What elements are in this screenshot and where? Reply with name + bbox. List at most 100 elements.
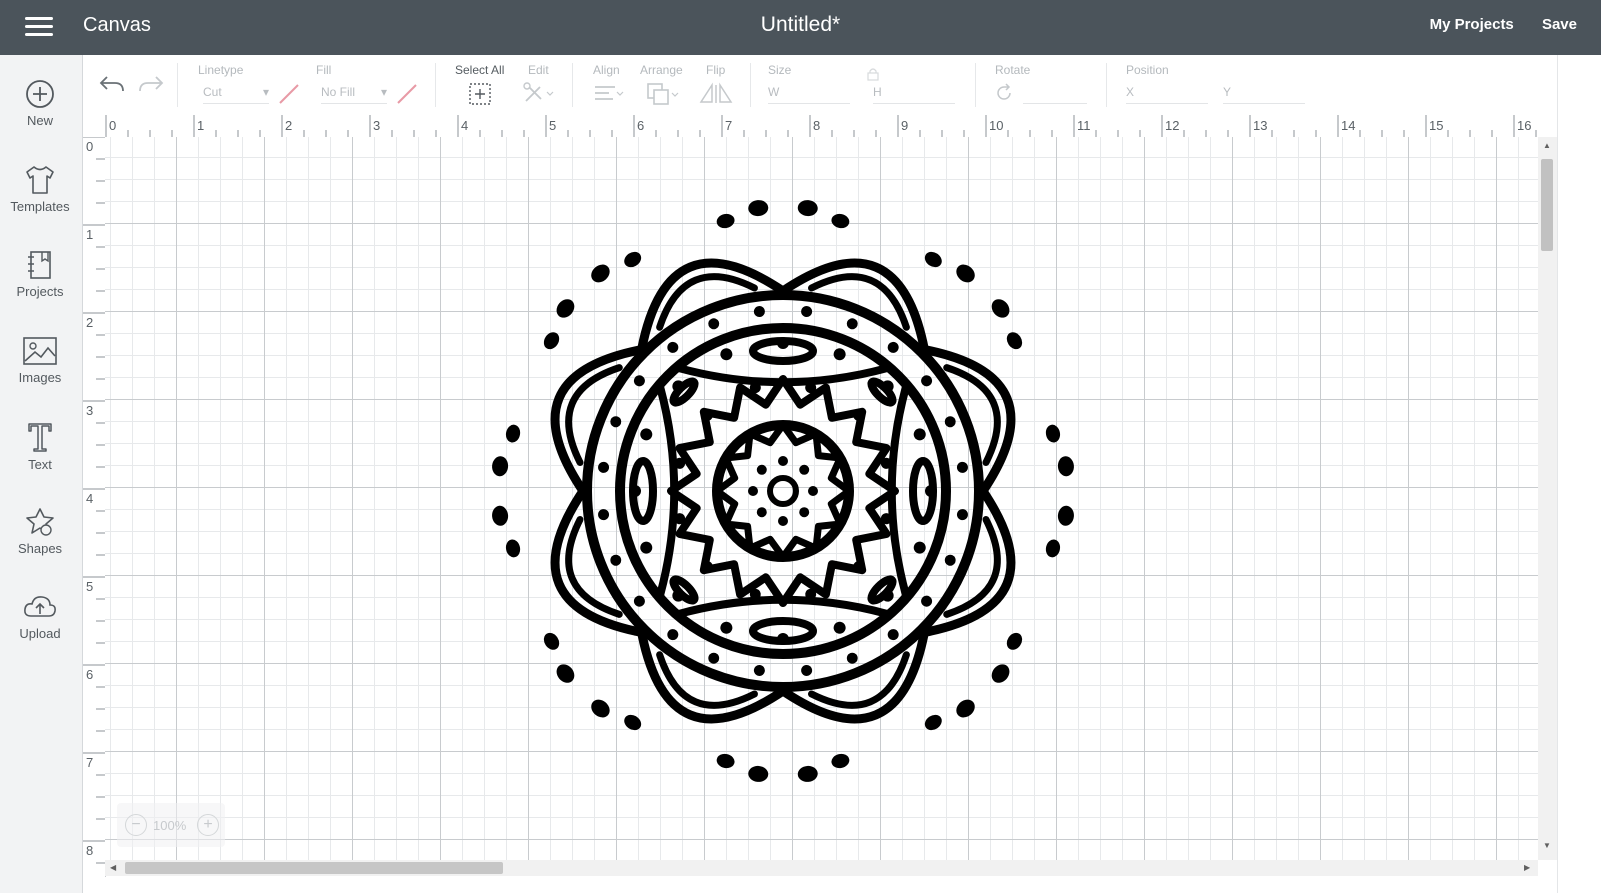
select-all-icon[interactable] [468,82,492,106]
arrange-icon[interactable] [646,82,680,106]
left-ruler-number: 5 [86,579,94,594]
sidebar-item-text[interactable]: Text [0,412,80,492]
undo-icon[interactable] [98,72,126,96]
rotate-icon [997,83,1011,100]
left-ruler-number: 4 [86,491,94,506]
scroll-up-icon[interactable]: ▲ [1543,141,1551,150]
edit-scissors-icon[interactable] [523,81,555,105]
linetype-select[interactable]: Cut ▾ [203,81,269,104]
top-ruler: 0 1 2 3 4 5 6 7 8 9 10 11 12 13 14 15 16 [83,115,1557,138]
edit-label: Edit [528,63,549,77]
linetype-color-swatch-icon[interactable] [278,83,300,105]
top-ruler-number: 0 [109,118,117,133]
chevron-down-icon: ▾ [380,85,387,99]
rotate-label: Rotate [995,63,1031,77]
lock-ratio-icon[interactable] [866,67,880,81]
left-ruler-number: 7 [86,755,94,770]
top-ruler-number: 6 [637,118,645,133]
top-ruler-number: 15 [1429,118,1444,133]
align-label: Align [593,63,620,77]
top-ruler-number: 4 [461,118,469,133]
left-ruler-number: 3 [86,403,94,418]
top-bar: Canvas Untitled* My Projects Save [0,0,1601,55]
height-input[interactable]: H [873,81,955,104]
x-prefix: X [1126,85,1135,99]
scroll-right-icon[interactable]: ▶ [1524,863,1530,872]
top-ruler-number: 10 [989,118,1004,133]
shapes-icon [26,508,54,536]
left-ruler-number: 6 [86,667,94,682]
edit-toolbar: Linetype Cut ▾ Fill No Fill ▾ Select All E… [83,55,1601,116]
left-ruler-number: 2 [86,315,94,330]
redo-icon[interactable] [137,72,165,96]
rotate-input[interactable] [1023,81,1087,104]
horizontal-scrollbar[interactable]: ◀ ▶ [105,860,1538,876]
top-ruler-number: 11 [1077,118,1091,133]
scroll-left-icon[interactable]: ◀ [110,863,116,872]
fill-color-swatch-icon[interactable] [396,83,418,105]
sidebar-item-label: Text [28,457,52,472]
top-ruler-number: 8 [813,118,821,133]
sidebar-item-label: Projects [16,284,64,299]
x-position-input[interactable]: X [1126,81,1208,104]
vertical-scrollbar[interactable]: ▲ ▼ [1538,137,1557,860]
sidebar-item-images[interactable]: Images [0,327,80,407]
left-ruler-number: 0 [86,139,94,154]
sidebar-item-label: Images [18,370,62,385]
top-ruler-number: 2 [285,118,293,133]
sidebar-item-templates[interactable]: Templates [0,156,80,236]
position-label: Position [1126,63,1169,77]
menu-icon[interactable] [22,14,56,40]
horizontal-scroll-thumb[interactable] [125,862,503,874]
flip-label: Flip [706,63,726,77]
right-panel-edge [1557,55,1601,893]
tshirt-icon [26,166,54,194]
width-prefix: W [768,85,780,99]
sidebar-item-new[interactable]: New [0,70,80,150]
zoom-level: 100% [153,818,187,833]
sidebar-item-label: Shapes [17,541,63,556]
left-ruler-number: 1 [86,227,94,242]
top-ruler-number: 13 [1253,118,1268,133]
sidebar-item-projects[interactable]: Projects [0,241,80,321]
fill-value: No Fill [321,85,356,99]
zoom-out-button[interactable]: − [125,814,147,836]
sidebar-item-upload[interactable]: Upload [0,583,80,663]
top-ruler-number: 12 [1165,118,1180,133]
size-label: Size [768,63,792,77]
sidebar-item-shapes[interactable]: Shapes [0,498,80,578]
top-ruler-number: 14 [1341,118,1356,133]
save-button[interactable]: Save [1542,16,1577,33]
align-icon[interactable] [593,83,625,105]
vertical-scroll-thumb[interactable] [1541,159,1553,251]
plus-circle-icon [26,80,54,108]
scroll-down-icon[interactable]: ▼ [1543,841,1551,850]
chevron-down-icon: ▾ [262,85,269,99]
zoom-in-button[interactable]: + [197,814,219,836]
top-ruler-number: 1 [197,118,205,133]
top-ruler-number: 16 [1517,118,1532,133]
height-prefix: H [873,85,882,99]
linetype-label: Linetype [198,63,244,77]
fill-label: Fill [316,63,332,77]
y-prefix: Y [1223,85,1232,99]
left-ruler: 0 1 2 3 4 5 6 7 8 [83,137,106,877]
y-position-input[interactable]: Y [1223,81,1305,104]
sidebar: New Templates Projects Images Text Shape… [0,55,83,893]
app-title: Canvas [83,14,151,36]
zoom-control: − 100% + [117,803,225,847]
my-projects-button[interactable]: My Projects [1430,16,1514,33]
sidebar-item-label: New [26,113,53,128]
design-canvas[interactable] [105,137,1538,860]
fill-select[interactable]: No Fill ▾ [321,81,387,104]
flip-icon[interactable] [698,82,734,106]
mandala-image[interactable] [105,137,1538,860]
linetype-value: Cut [203,85,222,99]
select-all-label: Select All [455,63,505,77]
width-input[interactable]: W [768,81,850,104]
left-ruler-number: 8 [86,843,94,858]
arrange-label: Arrange [640,63,683,77]
top-ruler-number: 3 [373,118,381,133]
image-icon [23,337,57,365]
text-t-icon [28,423,52,452]
